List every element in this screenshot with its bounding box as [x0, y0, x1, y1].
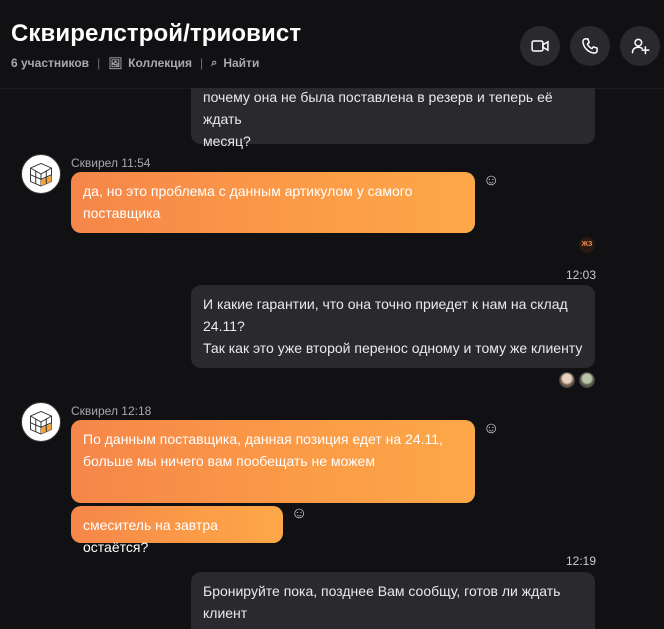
add-reaction-icon[interactable]: ☺	[483, 173, 499, 189]
add-reaction-icon[interactable]: ☺	[483, 421, 499, 437]
add-reaction-icon[interactable]: ☺	[291, 506, 307, 522]
phone-icon	[582, 38, 598, 54]
separator: |	[97, 56, 101, 70]
company-logo-icon	[30, 163, 52, 187]
message-text: По данным поставщика, данная позиция еде…	[83, 431, 443, 447]
read-receipt-avatar: ЖЗ	[579, 237, 595, 253]
message-author: Сквирел 11:54	[71, 156, 151, 170]
video-call-button[interactable]	[520, 26, 560, 66]
find-link[interactable]: Найти	[223, 56, 259, 70]
message-bubble-incoming[interactable]: да, но это проблема с данным артикулом у…	[71, 172, 475, 233]
message-text: да, но это проблема с данным артикулом у…	[83, 183, 413, 199]
message-text: смеситель на завтра остаётся?	[83, 517, 218, 555]
message-bubble-outgoing[interactable]: Бронируйте пока, позднее Вам сообщу, гот…	[191, 572, 595, 629]
message-text: Бронируйте пока, позднее Вам сообщу, гот…	[203, 583, 561, 599]
message-text: Так как это уже второй перенос одному и …	[203, 340, 583, 356]
chat-header: Сквирелстрой/триовист 6 участников | 🖼︎ …	[0, 0, 664, 89]
message-bubble-outgoing[interactable]: почему она не была поставлена в резерв и…	[191, 88, 595, 149]
audio-call-button[interactable]	[570, 26, 610, 66]
message-time: 12:19	[566, 554, 597, 568]
message-text: поставщика	[83, 205, 161, 221]
message-text: И какие гарантии, что она точно приедет …	[203, 296, 568, 312]
add-participant-button[interactable]	[620, 26, 660, 66]
message-author: Сквирел 12:18	[71, 404, 152, 418]
message-list[interactable]: почему она не была поставлена в резерв и…	[0, 88, 664, 629]
read-receipt-avatar	[579, 372, 595, 388]
message-text: 24.11?	[203, 318, 245, 334]
message-text: больше мы ничего вам пообещать не можем	[83, 453, 375, 469]
read-receipt-avatar	[559, 372, 575, 388]
message-bubble-outgoing[interactable]: И какие гарантии, что она точно приедет …	[191, 285, 595, 368]
chat-title: Сквирелстрой/триовист	[11, 20, 302, 47]
search-icon: ⌕	[211, 56, 218, 69]
message-bubble-incoming[interactable]: смеситель на завтра остаётся?	[71, 506, 283, 555]
chat-subline: 6 участников | 🖼︎ Коллекция | ⌕ Найти	[11, 56, 259, 70]
message-text: почему она не была поставлена в резерв и…	[203, 89, 553, 127]
separator: |	[200, 56, 204, 70]
collection-link[interactable]: Коллекция	[128, 56, 192, 70]
participants-link[interactable]: 6 участников	[11, 56, 89, 70]
message-bubble-incoming[interactable]: По данным поставщика, данная позиция еде…	[71, 420, 475, 503]
video-call-icon	[531, 40, 549, 52]
avatar[interactable]	[21, 402, 61, 442]
message-text: месяц?	[203, 133, 251, 149]
company-logo-icon	[30, 411, 52, 435]
message-time: 12:03	[566, 268, 597, 282]
message-text: клиент	[203, 605, 248, 621]
collection-icon: 🖼︎	[108, 57, 123, 70]
add-person-icon	[631, 38, 650, 55]
avatar[interactable]	[21, 154, 61, 194]
